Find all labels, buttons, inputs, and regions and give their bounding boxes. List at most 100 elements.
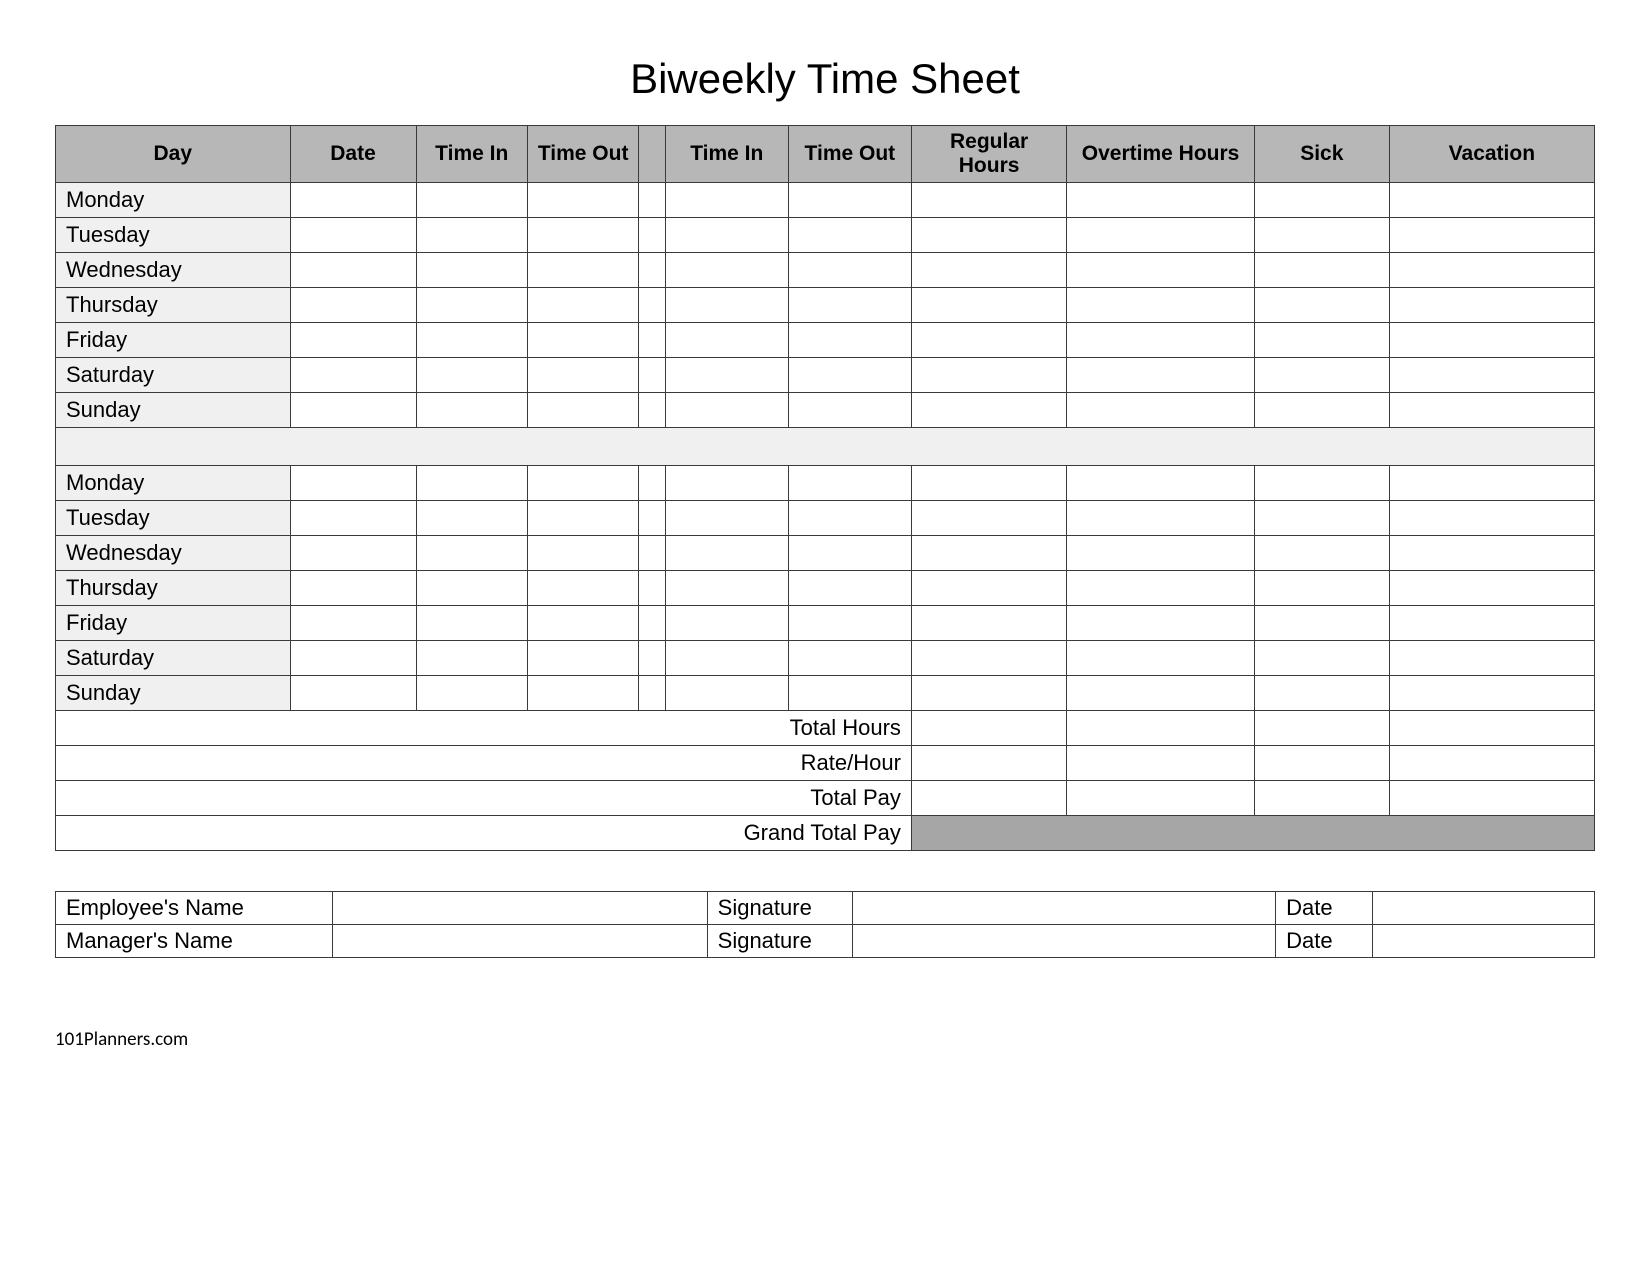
time-out-2-cell — [788, 358, 911, 393]
day-cell: Monday — [56, 466, 291, 501]
table-row: Friday — [56, 323, 1595, 358]
regular-hours-cell — [911, 676, 1066, 711]
overtime-hours-cell — [1067, 606, 1255, 641]
manager-name-value — [333, 925, 707, 958]
employee-name-value — [333, 892, 707, 925]
time-in-2-cell — [665, 323, 788, 358]
day-cell: Sunday — [56, 676, 291, 711]
summary-row: Total Pay — [56, 781, 1595, 816]
time-out-1-cell — [527, 501, 638, 536]
time-in-2-cell — [665, 501, 788, 536]
regular-hours-cell — [911, 183, 1066, 218]
gap-cell — [639, 501, 665, 536]
summary-vac-cell — [1389, 781, 1594, 816]
time-in-1-cell — [416, 218, 527, 253]
table-row: Thursday — [56, 288, 1595, 323]
summary-reg-cell — [911, 711, 1066, 746]
day-cell: Tuesday — [56, 501, 291, 536]
day-cell: Friday — [56, 323, 291, 358]
gap-cell — [639, 253, 665, 288]
sick-cell — [1254, 393, 1389, 428]
summary-label: Rate/Hour — [56, 746, 912, 781]
table-row: Friday — [56, 606, 1595, 641]
summary-sick-cell — [1254, 711, 1389, 746]
date-cell — [290, 676, 416, 711]
gap-cell — [639, 466, 665, 501]
time-in-1-cell — [416, 676, 527, 711]
time-out-2-cell — [788, 253, 911, 288]
col-vacation: Vacation — [1389, 126, 1594, 183]
time-out-2-cell — [788, 641, 911, 676]
time-out-2-cell — [788, 323, 911, 358]
time-in-1-cell — [416, 571, 527, 606]
gap-cell — [639, 536, 665, 571]
sick-cell — [1254, 323, 1389, 358]
time-in-1-cell — [416, 393, 527, 428]
employee-signature-label: Signature — [707, 892, 853, 925]
table-row: Saturday — [56, 641, 1595, 676]
time-out-1-cell — [527, 218, 638, 253]
regular-hours-cell — [911, 358, 1066, 393]
time-in-1-cell — [416, 183, 527, 218]
table-row: Thursday — [56, 571, 1595, 606]
date-cell — [290, 501, 416, 536]
time-out-1-cell — [527, 571, 638, 606]
manager-signature-value — [853, 925, 1276, 958]
time-out-1-cell — [527, 536, 638, 571]
time-in-1-cell — [416, 641, 527, 676]
time-out-1-cell — [527, 466, 638, 501]
gap-cell — [639, 571, 665, 606]
time-out-2-cell — [788, 606, 911, 641]
time-in-1-cell — [416, 466, 527, 501]
col-overtime-hours: Overtime Hours — [1067, 126, 1255, 183]
grand-total-label: Grand Total Pay — [56, 816, 912, 851]
time-out-1-cell — [527, 676, 638, 711]
table-row: Sunday — [56, 676, 1595, 711]
overtime-hours-cell — [1067, 571, 1255, 606]
summary-row: Total Hours — [56, 711, 1595, 746]
employee-name-label: Employee's Name — [56, 892, 333, 925]
regular-hours-cell — [911, 288, 1066, 323]
summary-reg-cell — [911, 781, 1066, 816]
time-out-1-cell — [527, 183, 638, 218]
summary-ot-cell — [1067, 781, 1255, 816]
summary-vac-cell — [1389, 746, 1594, 781]
overtime-hours-cell — [1067, 253, 1255, 288]
manager-row: Manager's Name Signature Date — [56, 925, 1595, 958]
week-separator-row — [56, 428, 1595, 466]
overtime-hours-cell — [1067, 501, 1255, 536]
gap-cell — [639, 676, 665, 711]
table-row: Monday — [56, 466, 1595, 501]
regular-hours-cell — [911, 218, 1066, 253]
overtime-hours-cell — [1067, 393, 1255, 428]
time-out-2-cell — [788, 676, 911, 711]
col-time-in-2: Time In — [665, 126, 788, 183]
vacation-cell — [1389, 323, 1594, 358]
vacation-cell — [1389, 466, 1594, 501]
table-row: Sunday — [56, 393, 1595, 428]
summary-vac-cell — [1389, 711, 1594, 746]
grand-total-value — [911, 816, 1594, 851]
day-cell: Tuesday — [56, 218, 291, 253]
time-out-2-cell — [788, 218, 911, 253]
day-cell: Wednesday — [56, 253, 291, 288]
time-out-2-cell — [788, 288, 911, 323]
col-date: Date — [290, 126, 416, 183]
time-in-1-cell — [416, 606, 527, 641]
time-in-2-cell — [665, 536, 788, 571]
day-cell: Friday — [56, 606, 291, 641]
gap-cell — [639, 393, 665, 428]
manager-name-label: Manager's Name — [56, 925, 333, 958]
col-regular-hours: Regular Hours — [911, 126, 1066, 183]
time-out-2-cell — [788, 393, 911, 428]
gap-cell — [639, 358, 665, 393]
summary-ot-cell — [1067, 711, 1255, 746]
date-cell — [290, 358, 416, 393]
table-row: Saturday — [56, 358, 1595, 393]
day-cell: Wednesday — [56, 536, 291, 571]
gap-cell — [639, 183, 665, 218]
summary-sick-cell — [1254, 746, 1389, 781]
summary-label: Total Hours — [56, 711, 912, 746]
time-out-2-cell — [788, 571, 911, 606]
sick-cell — [1254, 218, 1389, 253]
